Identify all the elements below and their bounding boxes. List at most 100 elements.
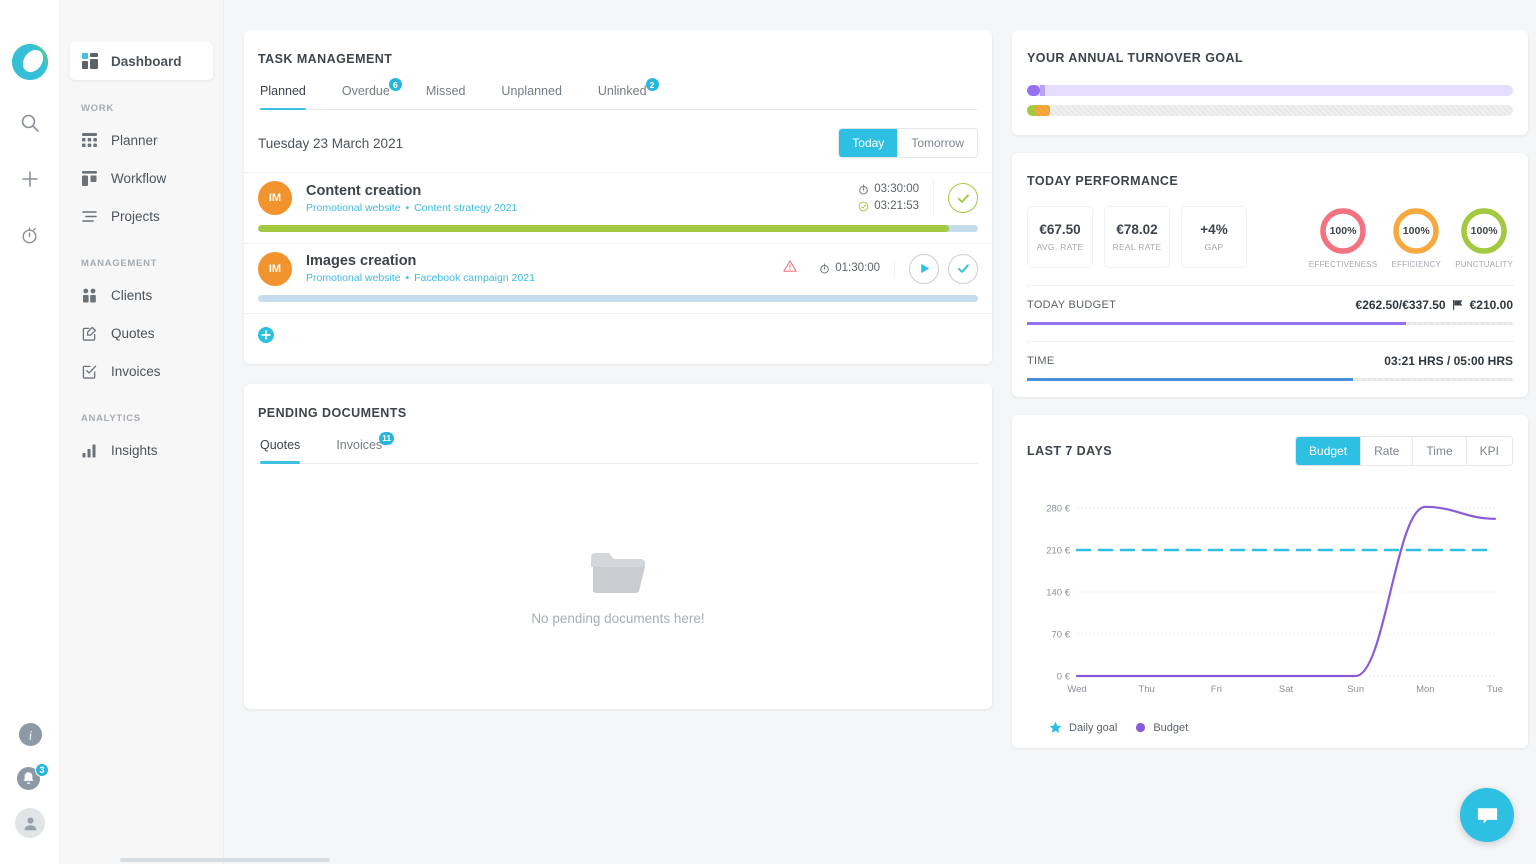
user-avatar-icon[interactable] [15,808,45,838]
donut-ring: 100% [1391,206,1441,256]
legend-label: Daily goal [1069,722,1117,734]
check-icon [956,191,971,206]
planned-time-value: 01:30:00 [835,260,880,277]
turnover-fill-green [1027,105,1035,116]
chart-tab-kpi[interactable]: KPI [1467,437,1512,465]
budget-chart: 0 €70 €140 €210 €280 €WedThuFriSatSunMon… [1027,466,1513,715]
app-logo[interactable] [10,42,50,82]
metric-label: AVG. RATE [1037,242,1084,252]
tab-planned[interactable]: Planned [260,84,324,109]
turnover-fill-orange [1035,105,1051,116]
turnover-card: YOUR ANNUAL TURNOVER GOAL [1012,30,1528,135]
start-timer-button[interactable] [909,254,939,284]
meta-separator: • [405,272,409,284]
tab-unplanned[interactable]: Unplanned [483,84,579,109]
chat-button[interactable] [1460,788,1514,842]
donut-label: PUNCTUALITY [1455,260,1513,269]
today-button[interactable]: Today [839,129,898,157]
metric-value: €78.02 [1116,222,1157,237]
project-link[interactable]: Promotional website [306,272,401,284]
svg-text:Thu: Thu [1138,684,1154,695]
sidebar-item-label: Clients [111,288,152,303]
task-meta: Promotional website • Content strategy 2… [306,202,858,214]
task-times: 03:30:00 03:21:53 [858,181,934,216]
empty-folder-icon [587,547,649,597]
metric-label: REAL RATE [1113,242,1162,252]
plus-icon[interactable] [15,164,45,194]
tab-label: Missed [426,84,466,98]
meta-separator: • [405,202,409,214]
svg-text:70 €: 70 € [1052,630,1071,641]
task-progress-fill [258,225,949,232]
tomorrow-button[interactable]: Tomorrow [898,129,977,157]
empty-state-text: No pending documents here! [531,611,704,626]
tab-label: Unlinked [598,84,647,98]
search-icon[interactable] [15,108,45,138]
donut-effectiveness: 100% EFFECTIVENESS [1309,206,1377,269]
sidebar-item-planner[interactable]: Planner [70,121,213,159]
sidebar-item-label: Workflow [111,171,166,186]
budget-label: TODAY BUDGET [1027,299,1116,311]
sidebar-item-projects[interactable]: Projects [70,197,213,235]
sidebar-item-quotes[interactable]: Quotes [70,314,213,352]
pending-documents-title: PENDING DOCUMENTS [258,406,978,420]
sidebar-item-label: Projects [111,209,160,224]
task-title: Images creation [306,253,783,269]
chart-tab-rate[interactable]: Rate [1361,437,1413,465]
tab-label: Overdue [342,84,390,98]
complete-task-button[interactable] [948,183,978,213]
task-images-creation[interactable]: IM Images creation Promotional website •… [244,243,992,286]
sidebar-group-management: MANAGEMENT Clients Quotes [60,258,223,390]
tab-overdue[interactable]: Overdue 6 [324,84,408,109]
svg-text:Sat: Sat [1279,684,1294,695]
tab-unlinked[interactable]: Unlinked 2 [580,84,665,109]
tab-missed[interactable]: Missed [408,84,484,109]
task-row: IM Images creation Promotional website •… [244,243,992,302]
list-icon [81,208,98,225]
sidebar-item-workflow[interactable]: Workflow [70,159,213,197]
sidebar-group-analytics: ANALYTICS Insights [60,413,223,469]
notifications-button[interactable]: 3 [16,766,44,794]
play-icon [918,262,931,275]
horizontal-scrollbar[interactable] [120,858,330,862]
budget-value: €262.50/€337.50 [1356,298,1446,312]
add-circle-icon[interactable] [258,327,274,343]
sidebar-item-insights[interactable]: Insights [70,431,213,469]
dot-icon [1135,722,1146,733]
star-icon [1049,721,1062,734]
sidebar-item-invoices[interactable]: Invoices [70,352,213,390]
metric-value: +4% [1200,222,1227,237]
time-row: TIME 03:21 HRS / 05:00 HRS [1027,341,1513,381]
task-content-creation[interactable]: IM Content creation Promotional website … [244,172,992,216]
tab-invoices[interactable]: Invoices 11 [318,438,400,463]
timer-icon[interactable] [15,220,45,250]
donut-efficiency: 100% EFFICIENCY [1391,206,1441,269]
last7days-title: LAST 7 DAYS [1027,444,1112,458]
sidebar: Dashboard WORK Planner Workflow [60,0,224,864]
complete-task-button[interactable] [948,254,978,284]
subproject-link[interactable]: Facebook campaign 2021 [414,272,535,284]
chart-tab-time[interactable]: Time [1413,437,1466,465]
svg-text:Sun: Sun [1347,684,1364,695]
sidebar-item-clients[interactable]: Clients [70,276,213,314]
chart-tab-budget[interactable]: Budget [1296,437,1361,465]
avatar: IM [258,181,292,215]
info-icon[interactable]: i [18,722,43,752]
sidebar-item-label: Quotes [111,326,155,341]
sidebar-item-dashboard[interactable]: Dashboard [70,42,213,80]
donut-punctuality: 100% PUNCTUALITY [1455,206,1513,269]
svg-text:Fri: Fri [1211,684,1222,695]
legend-daily-goal: Daily goal [1049,721,1117,734]
project-link[interactable]: Promotional website [306,202,401,214]
sidebar-group-title: WORK [81,103,223,114]
turnover-bar-bottom [1027,105,1513,116]
main-content: TASK MANAGEMENT Planned Overdue 6 Missed… [224,0,1536,864]
task-progress-bar [258,295,978,302]
budget-value-group: €262.50/€337.50 €210.00 [1356,298,1513,312]
tracked-time: 03:21:53 [858,198,919,215]
tab-quotes[interactable]: Quotes [260,438,318,463]
tab-badge: 6 [389,78,402,91]
budget-flag-value: €210.00 [1470,298,1513,312]
sidebar-item-label: Insights [111,443,158,458]
subproject-link[interactable]: Content strategy 2021 [414,202,517,214]
